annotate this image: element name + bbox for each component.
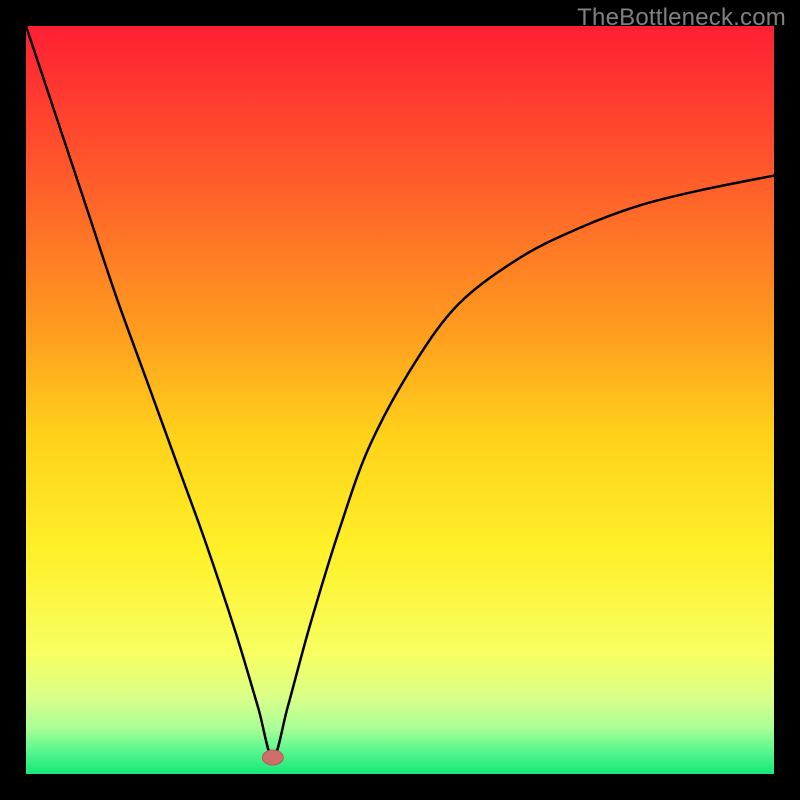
plot-area xyxy=(26,26,774,774)
chart-container: TheBottleneck.com xyxy=(0,0,800,800)
optimum-marker xyxy=(262,750,283,765)
gradient-background xyxy=(26,26,774,774)
chart-svg xyxy=(26,26,774,774)
